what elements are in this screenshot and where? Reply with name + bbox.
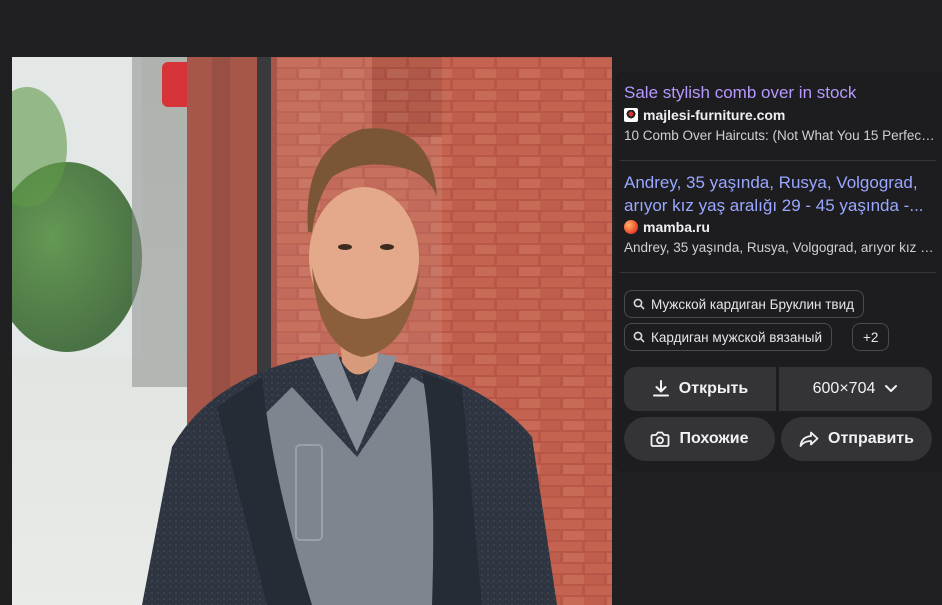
divider <box>620 160 936 161</box>
results-panel: Sale stylish comb over in stock majlesi-… <box>615 72 942 472</box>
similar-label: Похожие <box>679 430 749 447</box>
preview-image[interactable] <box>12 57 612 605</box>
result-title-link[interactable]: Sale stylish comb over in stock <box>624 81 936 104</box>
tag-label: Кардиган мужской вязаный <box>651 329 823 345</box>
search-result[interactable]: Andrey, 35 yaşında, Rusya, Volgograd, ar… <box>624 171 936 255</box>
source-domain[interactable]: majlesi-furniture.com <box>643 107 785 123</box>
site-favicon-icon <box>624 108 638 122</box>
tag-chip[interactable]: Кардиган мужской вязаный <box>624 323 833 351</box>
mamba-favicon-icon <box>624 220 638 234</box>
man-portrait-photo <box>12 57 612 605</box>
share-button[interactable]: Отправить <box>781 417 932 461</box>
open-button[interactable]: Открыть <box>624 367 776 411</box>
divider <box>620 272 936 273</box>
size-label: 600×704 <box>812 380 876 397</box>
tag-chip[interactable]: Мужской кардиган Бруклин твид <box>624 290 865 318</box>
search-result[interactable]: Sale stylish comb over in stock majlesi-… <box>624 81 936 143</box>
chevron-down-icon <box>885 385 898 392</box>
result-title-link[interactable]: Andrey, 35 yaşında, Rusya, Volgograd, <box>624 171 936 194</box>
more-tags-button[interactable]: +2 <box>852 323 890 351</box>
result-title-link-line2[interactable]: arıyor kız yaş aralığı 29 - 45 yaşında -… <box>624 194 936 217</box>
download-icon <box>652 380 669 397</box>
share-label: Отправить <box>828 430 914 447</box>
source-domain[interactable]: mamba.ru <box>643 219 710 235</box>
camera-search-icon <box>651 431 670 447</box>
open-label: Открыть <box>678 380 749 397</box>
search-icon <box>633 331 645 343</box>
size-select-button[interactable]: 600×704 <box>779 367 932 411</box>
result-source[interactable]: majlesi-furniture.com <box>624 107 936 123</box>
search-icon <box>633 298 645 310</box>
tag-label: Мужской кардиган Бруклин твид <box>651 296 855 312</box>
result-description: Andrey, 35 yaşında, Rusya, Volgograd, ar… <box>624 240 936 255</box>
more-tags-count: +2 <box>863 329 879 345</box>
similar-button[interactable]: Похожие <box>624 417 775 461</box>
share-arrow-icon <box>799 431 819 447</box>
result-description: 10 Comb Over Haircuts: (Not What You 15 … <box>624 128 936 143</box>
result-source[interactable]: mamba.ru <box>624 219 936 235</box>
